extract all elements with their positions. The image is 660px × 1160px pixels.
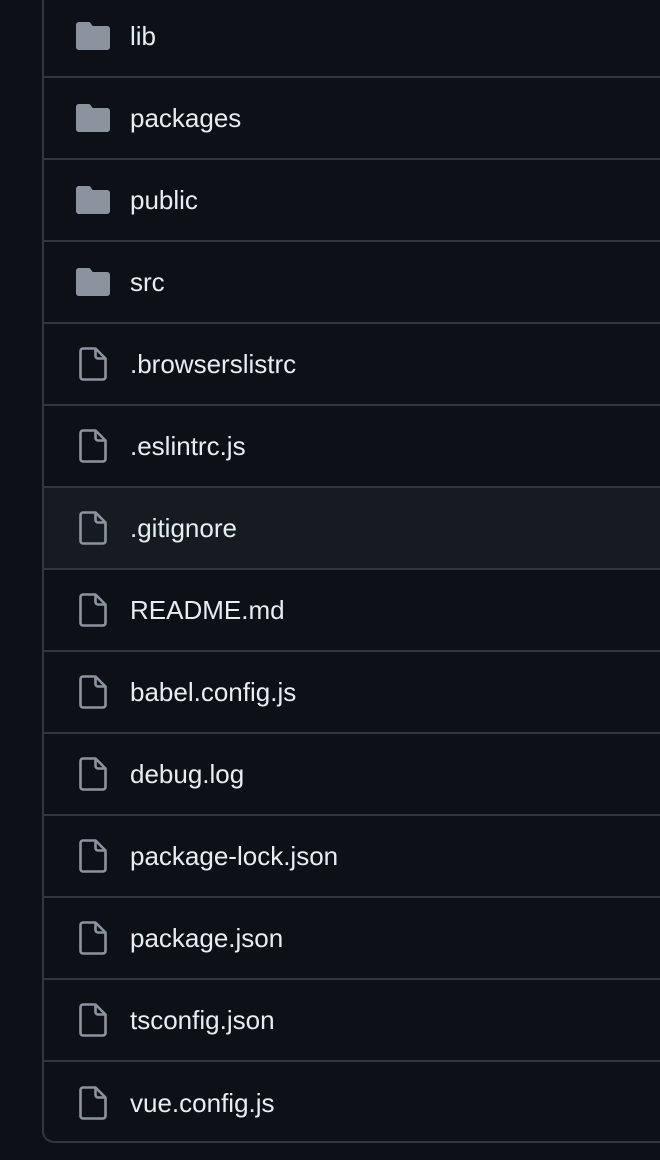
file-icon [76, 1086, 110, 1120]
file-name[interactable]: package-lock.json [130, 841, 338, 872]
file-icon [76, 1003, 110, 1037]
file-icon [76, 593, 110, 627]
file-row-gitignore[interactable]: .gitignore [44, 488, 660, 570]
file-row-src[interactable]: src [44, 242, 660, 324]
file-row-babel-config[interactable]: babel.config.js [44, 652, 660, 734]
folder-icon [76, 101, 110, 135]
file-name[interactable]: debug.log [130, 759, 244, 790]
file-name[interactable]: src [130, 267, 165, 298]
file-row-vue-config[interactable]: vue.config.js [44, 1062, 660, 1144]
file-row-readme[interactable]: README.md [44, 570, 660, 652]
file-row-public[interactable]: public [44, 160, 660, 242]
file-name[interactable]: tsconfig.json [130, 1005, 275, 1036]
file-icon [76, 675, 110, 709]
file-name[interactable]: package.json [130, 923, 283, 954]
folder-icon [76, 183, 110, 217]
file-row-tsconfig[interactable]: tsconfig.json [44, 980, 660, 1062]
file-name[interactable]: packages [130, 103, 241, 134]
file-name[interactable]: .browserslistrc [130, 349, 296, 380]
folder-icon [76, 265, 110, 299]
file-row-browserslistrc[interactable]: .browserslistrc [44, 324, 660, 406]
file-row-package-lock[interactable]: package-lock.json [44, 816, 660, 898]
file-row-lib[interactable]: lib [44, 0, 660, 78]
file-list: lib packages public src .browserslistrc … [42, 0, 660, 1143]
file-name[interactable]: .gitignore [130, 513, 237, 544]
file-name[interactable]: vue.config.js [130, 1088, 275, 1119]
file-name[interactable]: .eslintrc.js [130, 431, 246, 462]
file-name[interactable]: public [130, 185, 198, 216]
file-name[interactable]: lib [130, 21, 156, 52]
file-icon [76, 757, 110, 791]
file-icon [76, 429, 110, 463]
file-icon [76, 511, 110, 545]
file-icon [76, 921, 110, 955]
file-row-eslintrc[interactable]: .eslintrc.js [44, 406, 660, 488]
file-icon [76, 347, 110, 381]
file-name[interactable]: babel.config.js [130, 677, 296, 708]
file-row-package-json[interactable]: package.json [44, 898, 660, 980]
folder-icon [76, 19, 110, 53]
file-icon [76, 839, 110, 873]
file-row-packages[interactable]: packages [44, 78, 660, 160]
file-row-debug-log[interactable]: debug.log [44, 734, 660, 816]
file-name[interactable]: README.md [130, 595, 285, 626]
